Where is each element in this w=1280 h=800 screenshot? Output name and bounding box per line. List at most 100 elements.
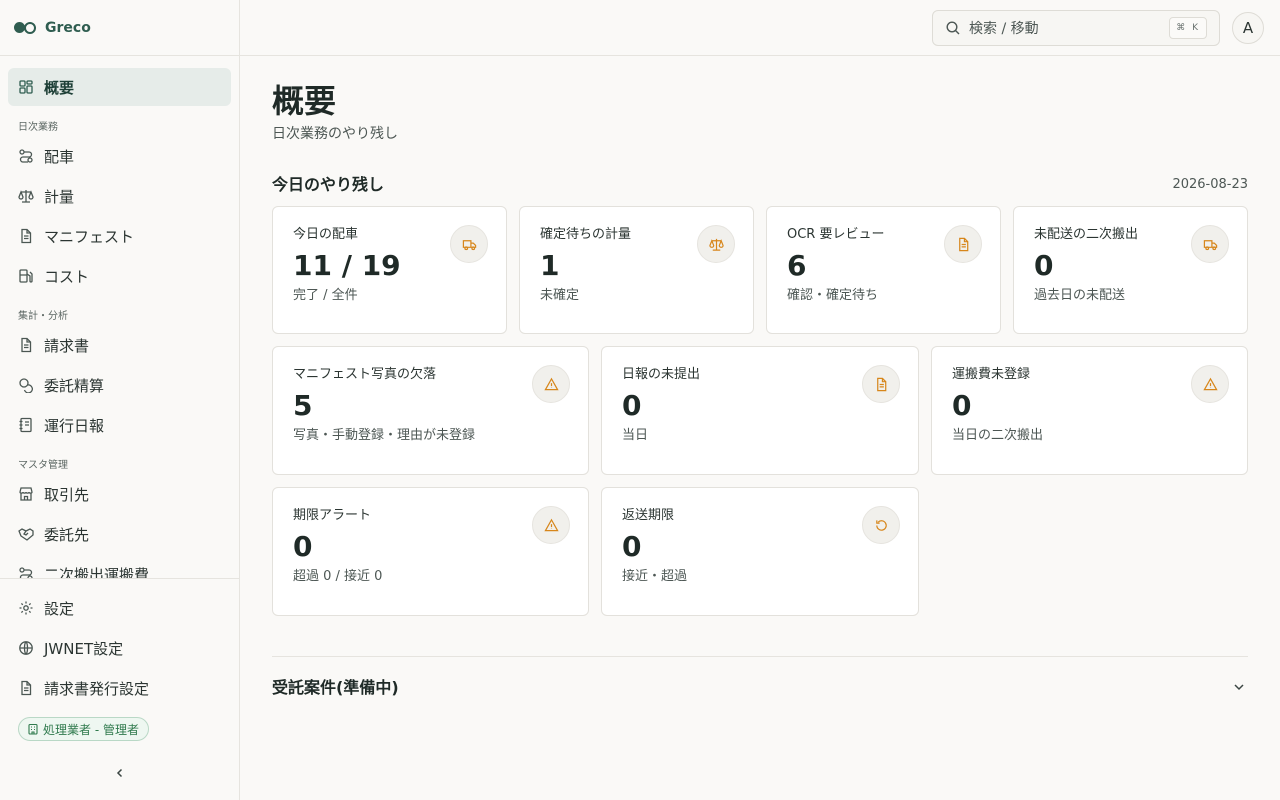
card-note: 写真・手動登録・理由が未登録 <box>293 428 476 443</box>
sidebar-item-settings[interactable]: 設定 <box>8 589 231 627</box>
sidebar-footer: 設定 JWNET設定 請求書発行設定 処理業者 - 管理者 <box>0 578 239 778</box>
accordion-title: 受託案件(準備中) <box>272 678 399 697</box>
card-note: 超過 0 / 接近 0 <box>293 569 383 584</box>
sidebar-item-label: 委託精算 <box>44 376 105 395</box>
route-icon <box>18 566 34 578</box>
card-return-deadline[interactable]: 返送期限 0 接近・超過 <box>601 487 919 616</box>
document-icon <box>18 337 34 353</box>
shortcut-hint: ⌘ K <box>1169 17 1207 39</box>
route-icon <box>18 148 34 164</box>
card-note: 完了 / 全件 <box>293 288 358 303</box>
card-note: 未確定 <box>540 288 580 303</box>
document-icon <box>944 225 982 263</box>
sidebar-item-contractors[interactable]: 委託先 <box>8 515 231 553</box>
sidebar-item-label: コスト <box>44 267 90 286</box>
card-label: 運搬費未登録 <box>952 367 1031 382</box>
brand[interactable]: Greco <box>0 0 239 56</box>
card-transport-fee-unregistered[interactable]: 運搬費未登録 0 当日の二次搬出 <box>931 346 1248 475</box>
sidebar-item-label: 請求書発行設定 <box>44 679 150 698</box>
search-placeholder: 検索 / 移動 <box>969 21 1039 37</box>
card-deadline-alert[interactable]: 期限アラート 0 超過 0 / 接近 0 <box>272 487 589 616</box>
accordion-consigned-cases[interactable]: 受託案件(準備中) <box>272 668 1248 704</box>
sidebar-section-daily: 日次業務 <box>18 122 58 133</box>
document-icon <box>862 365 900 403</box>
section-title: 今日のやり残し <box>272 175 385 194</box>
topbar: 検索 / 移動 ⌘ K A <box>240 0 1280 56</box>
card-label: 日報の未提出 <box>622 367 701 382</box>
scale-icon <box>697 225 735 263</box>
card-pending-weighing[interactable]: 確定待ちの計量 1 未確定 <box>519 206 754 334</box>
notebook-icon <box>18 417 34 433</box>
sidebar-item-overview[interactable]: 概要 <box>8 68 231 106</box>
card-label: マニフェスト写真の欠落 <box>293 367 437 382</box>
collapse-sidebar-button[interactable] <box>110 763 130 783</box>
sidebar-item-label: 取引先 <box>44 485 90 504</box>
sidebar-item-label: 配車 <box>44 147 75 166</box>
card-value: 5 <box>293 389 313 422</box>
sidebar: Greco 概要 日次業務 配車 計量 マニフェスト コスト 集計・分析 請求書 <box>0 0 240 800</box>
sidebar-item-label: 運行日報 <box>44 416 105 435</box>
warning-icon <box>532 365 570 403</box>
sidebar-item-consignment-settlement[interactable]: 委託精算 <box>8 366 231 404</box>
truck-icon <box>450 225 488 263</box>
role-badge-label: 処理業者 - 管理者 <box>43 722 139 737</box>
sidebar-item-invoice-issue-settings[interactable]: 請求書発行設定 <box>8 669 231 707</box>
search-icon <box>945 20 961 36</box>
card-note: 確認・確定待ち <box>787 288 879 303</box>
store-icon <box>18 486 34 502</box>
warning-icon <box>1191 365 1229 403</box>
card-label: 期限アラート <box>293 508 372 523</box>
card-value: 0 <box>952 389 972 422</box>
globe-icon <box>18 640 34 656</box>
card-note: 接近・超過 <box>622 569 688 584</box>
sidebar-item-label: 請求書 <box>44 336 90 355</box>
sidebar-item-secondary-transport-fee[interactable]: 二次搬出運搬費 <box>8 555 231 578</box>
handshake-icon <box>18 526 34 542</box>
sidebar-item-manifest[interactable]: マニフェスト <box>8 217 231 255</box>
greco-logo-icon <box>14 21 36 34</box>
role-badge: 処理業者 - 管理者 <box>18 717 149 741</box>
sidebar-item-jwnet-settings[interactable]: JWNET設定 <box>8 629 231 667</box>
card-value: 0 <box>293 530 313 563</box>
card-label: 返送期限 <box>622 508 675 523</box>
avatar[interactable]: A <box>1232 12 1264 44</box>
card-undelivered-secondary[interactable]: 未配送の二次搬出 0 過去日の未配送 <box>1013 206 1248 334</box>
sidebar-item-label: 概要 <box>44 78 75 97</box>
card-ocr-review[interactable]: OCR 要レビュー 6 確認・確定待ち <box>766 206 1001 334</box>
chevron-down-icon <box>1232 679 1246 693</box>
warning-icon <box>532 506 570 544</box>
app-name: Greco <box>45 19 91 36</box>
scale-icon <box>18 188 34 204</box>
sidebar-item-label: JWNET設定 <box>44 639 124 658</box>
card-manifest-photo-missing[interactable]: マニフェスト写真の欠落 5 写真・手動登録・理由が未登録 <box>272 346 589 475</box>
page-subtitle: 日次業務のやり残し <box>272 126 398 142</box>
sidebar-item-label: 設定 <box>44 599 75 618</box>
coins-icon <box>18 377 34 393</box>
sidebar-item-label: マニフェスト <box>44 227 135 246</box>
chevron-left-icon <box>116 768 123 778</box>
sidebar-item-cost[interactable]: コスト <box>8 257 231 295</box>
sidebar-item-clients[interactable]: 取引先 <box>8 475 231 513</box>
sidebar-nav[interactable]: 概要 日次業務 配車 計量 マニフェスト コスト 集計・分析 請求書 委託精算 <box>0 56 239 578</box>
gear-icon <box>18 600 34 616</box>
section-date: 2026-08-23 <box>1172 177 1248 192</box>
card-note: 過去日の未配送 <box>1034 288 1126 303</box>
section-divider <box>272 656 1248 657</box>
sidebar-item-weighing[interactable]: 計量 <box>8 177 231 215</box>
sidebar-item-invoices[interactable]: 請求書 <box>8 326 231 364</box>
sidebar-item-daily-report[interactable]: 運行日報 <box>8 406 231 444</box>
sidebar-item-dispatch[interactable]: 配車 <box>8 137 231 175</box>
document-icon <box>18 680 34 696</box>
card-value: 0 <box>622 389 642 422</box>
sidebar-item-label: 委託先 <box>44 525 90 544</box>
document-icon <box>18 228 34 244</box>
building-icon <box>27 723 39 735</box>
sidebar-section-master: マスタ管理 <box>18 460 68 471</box>
search-input[interactable]: 検索 / 移動 ⌘ K <box>932 10 1220 46</box>
card-value: 0 <box>622 530 642 563</box>
card-today-dispatch[interactable]: 今日の配車 11 / 19 完了 / 全件 <box>272 206 507 334</box>
card-note: 当日の二次搬出 <box>952 428 1044 443</box>
sidebar-item-label: 二次搬出運搬費 <box>44 565 150 579</box>
refresh-icon <box>862 506 900 544</box>
card-daily-report-unsubmitted[interactable]: 日報の未提出 0 当日 <box>601 346 919 475</box>
